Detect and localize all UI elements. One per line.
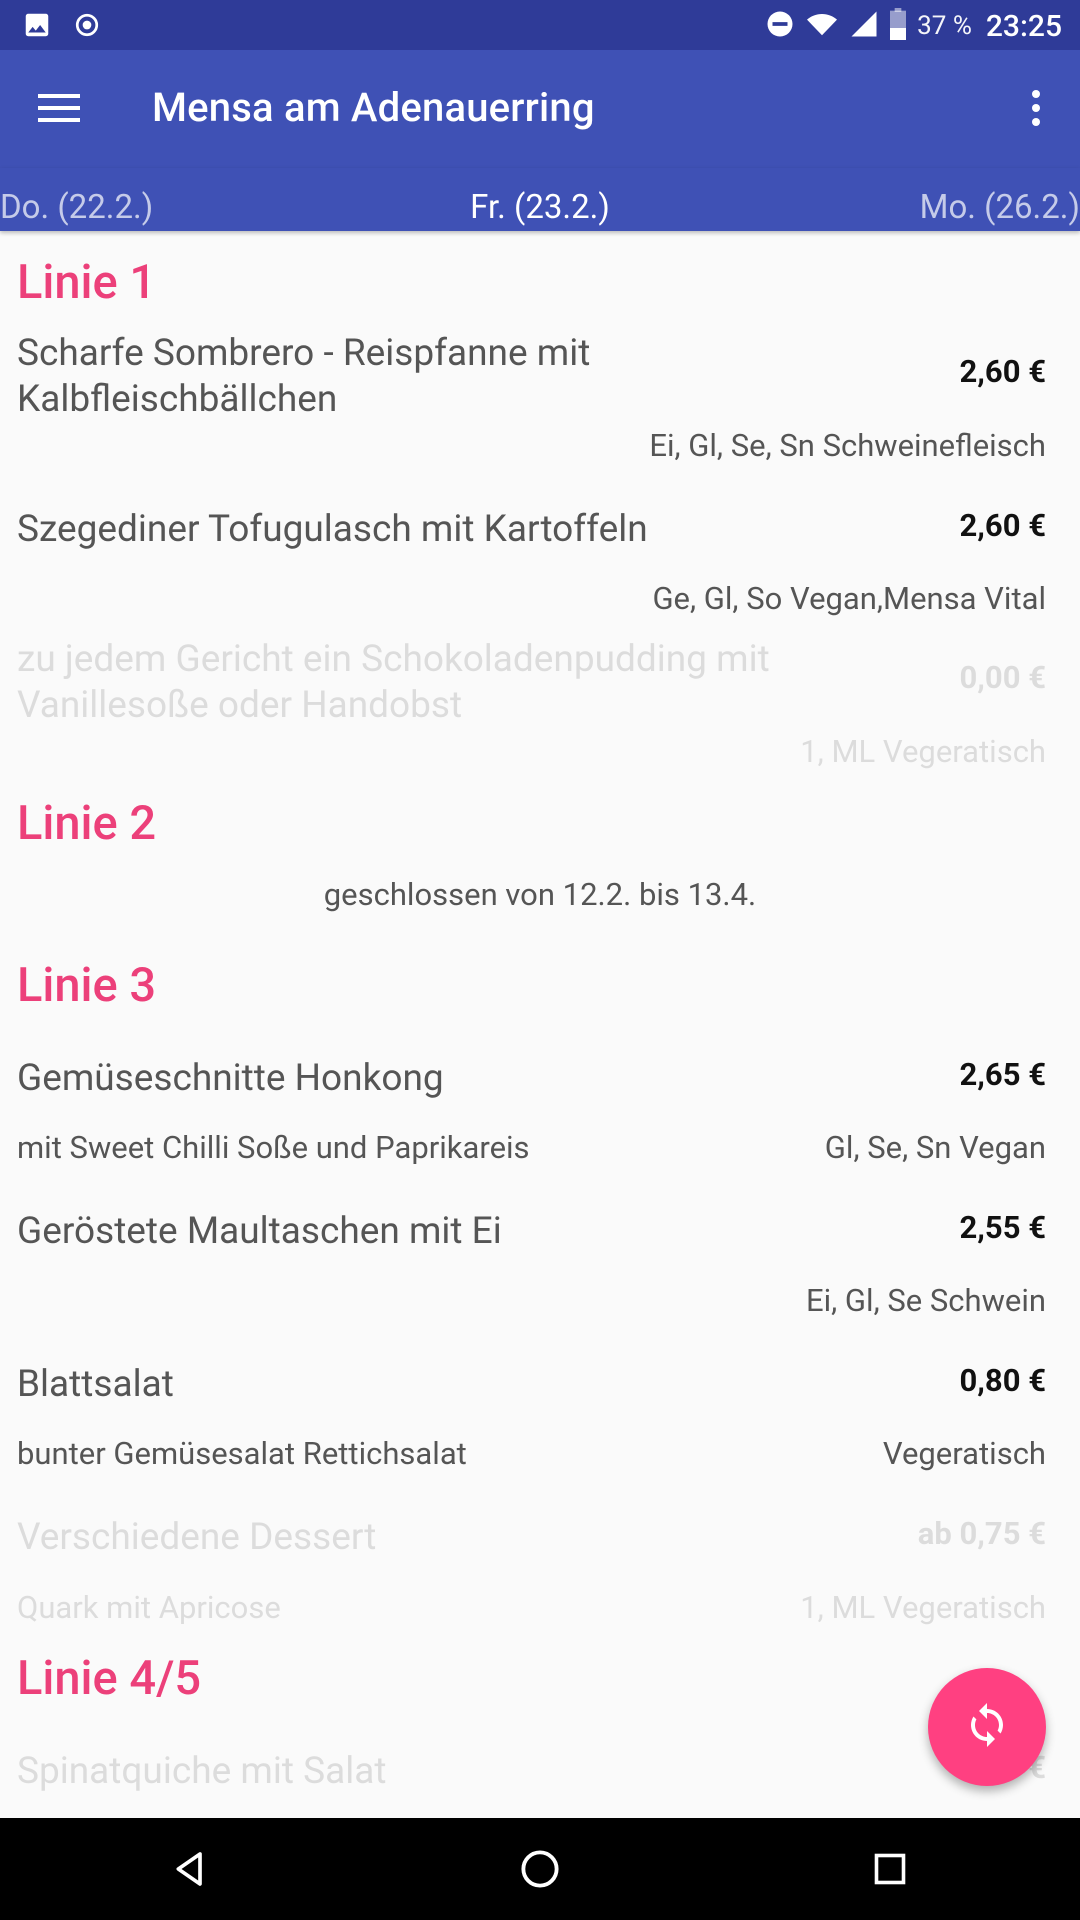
app-bar: Mensa am Adenauerring <box>0 50 1080 168</box>
battery-percent: 37 % <box>917 11 972 41</box>
do-not-disturb-icon <box>765 9 795 43</box>
meal-price: 2,60 € <box>959 353 1046 390</box>
meal-description: Quark mit Apricose <box>17 1589 281 1626</box>
status-bar: 37 % 23:25 <box>0 0 1080 50</box>
record-icon <box>74 12 100 42</box>
line-title: Linie 4/5 <box>17 1651 202 1706</box>
meal-name: Szegediner Tofugulasch mit Kartoffeln <box>17 508 648 551</box>
home-icon[interactable] <box>505 1836 575 1902</box>
tab-current-day[interactable]: Fr. (23.2.) <box>0 188 1080 227</box>
meal-price: 2,60 € <box>959 507 1046 544</box>
tab-next-day[interactable]: Mo. (26.2.) <box>920 188 1080 227</box>
meal-description: bunter Gemüsesalat Rettichsalat <box>17 1435 467 1472</box>
back-icon[interactable] <box>155 1836 225 1902</box>
meal-name: zu jedem Gericht ein Schokoladenpudding … <box>17 638 770 727</box>
navigation-bar <box>0 1818 1080 1920</box>
menu-list[interactable]: Linie 1 Scharfe Sombrero - Reispfanne mi… <box>0 231 1080 1818</box>
meal-price: ab 0,75 € <box>917 1515 1046 1552</box>
page-title: Mensa am Adenauerring <box>152 84 595 131</box>
meal-name: Verschiedene Dessert <box>17 1516 377 1559</box>
battery-icon <box>889 8 907 44</box>
meal-tags: Vegeratisch <box>882 1435 1046 1472</box>
meal-name: Spinatquiche mit Salat <box>17 1750 387 1793</box>
line-title: Linie 3 <box>17 958 157 1013</box>
closed-note: geschlossen von 12.2. bis 13.4. <box>323 876 757 913</box>
meal-tags: 1, ML Vegeratisch <box>800 1589 1046 1626</box>
meal-price: 0,80 € <box>959 1362 1046 1399</box>
meal-price: 2,55 € <box>959 1209 1046 1246</box>
wifi-icon <box>805 9 839 43</box>
meal-tags: 1, ML Vegeratisch <box>800 733 1046 770</box>
line-title: Linie 1 <box>17 255 157 310</box>
meal-price: 2,65 € <box>959 1056 1046 1093</box>
meal-tags: Ei, Gl, Se, Sn Schweinefleisch <box>649 427 1046 464</box>
meal-price: 0,00 € <box>959 659 1046 696</box>
line-title: Linie 2 <box>17 796 157 851</box>
recents-icon[interactable] <box>855 1836 925 1902</box>
meal-description: mit Sweet Chilli Soße und Paprikareis <box>17 1129 530 1166</box>
signal-icon <box>849 9 879 43</box>
more-vert-icon[interactable] <box>1006 78 1066 138</box>
meal-name: Blattsalat <box>17 1363 174 1406</box>
image-icon <box>22 10 52 44</box>
meal-tags: Ge, Gl, So Vegan,Mensa Vital <box>652 580 1046 617</box>
refresh-button[interactable] <box>928 1668 1046 1786</box>
hamburger-menu-icon[interactable] <box>24 78 94 138</box>
meal-name: Geröstete Maultaschen mit Ei <box>17 1210 502 1253</box>
meal-tags: Ei, Gl, Se Schwein <box>805 1282 1046 1319</box>
clock: 23:25 <box>985 8 1062 44</box>
meal-name: Scharfe Sombrero - Reispfanne mit Kalbfl… <box>17 332 591 421</box>
meal-name: Gemüseschnitte Honkong <box>17 1057 444 1100</box>
refresh-sync-icon <box>963 1701 1011 1753</box>
day-tabs: Do. (22.2.) Fr. (23.2.) Mo. (26.2.) <box>0 168 1080 231</box>
meal-tags: Gl, Se, Sn Vegan <box>824 1129 1046 1166</box>
